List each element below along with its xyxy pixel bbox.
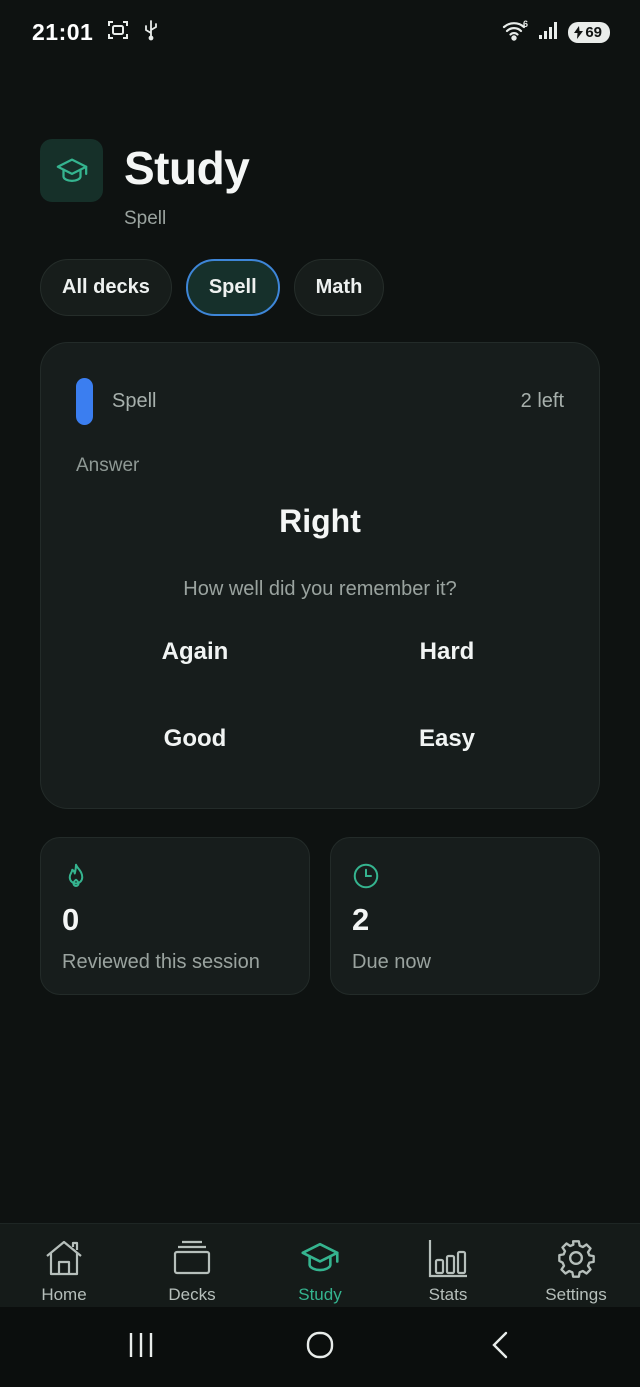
deck-filter: All decks Spell Math — [40, 259, 385, 316]
due-label: Due now — [352, 951, 431, 973]
status-time: 21:01 — [32, 18, 94, 45]
due-stat-card: 2 Due now — [330, 837, 600, 995]
recall-prompt: How well did you remember it? — [183, 578, 457, 600]
nav-stats-label: Stats — [428, 1285, 468, 1304]
system-nav-bar — [0, 1307, 640, 1387]
reviewed-label: Reviewed this session — [62, 951, 260, 973]
nav-home[interactable]: Home — [0, 1224, 128, 1308]
page-header: Study Spell — [40, 139, 250, 230]
svg-text:6: 6 — [523, 19, 528, 29]
graduation-cap-icon — [299, 1238, 341, 1278]
bottom-nav: Home Decks Study Stats Settings — [0, 1223, 640, 1307]
grade-good-button[interactable]: Good — [95, 725, 295, 753]
reviewed-stat-card: 0 Reviewed this session — [40, 837, 310, 995]
battery-level: 69 — [585, 23, 602, 41]
header-text: Study Spell — [124, 139, 250, 230]
deck-color-indicator — [76, 378, 93, 425]
review-card: Spell 2 left Answer Right How well did y… — [40, 342, 600, 809]
bar-chart-icon — [427, 1238, 469, 1278]
home-circle-icon[interactable] — [306, 1331, 334, 1364]
home-icon — [43, 1238, 85, 1278]
cards-remaining: 2 left — [520, 390, 564, 412]
nav-home-label: Home — [41, 1285, 87, 1304]
nav-settings-label: Settings — [545, 1285, 607, 1304]
gear-icon — [556, 1238, 596, 1278]
nav-settings[interactable]: Settings — [512, 1224, 640, 1308]
signal-icon — [538, 20, 560, 45]
nav-decks[interactable]: Decks — [128, 1224, 256, 1308]
recent-apps-icon[interactable] — [128, 1331, 154, 1364]
filter-chip-all-decks[interactable]: All decks — [40, 259, 172, 316]
nav-decks-label: Decks — [168, 1285, 216, 1304]
usb-icon — [143, 19, 159, 46]
status-right: 6 69 — [502, 19, 610, 46]
filter-chip-spell[interactable]: Spell — [185, 259, 280, 316]
screenshot-icon — [107, 19, 129, 46]
grade-easy-button[interactable]: Easy — [347, 725, 547, 753]
nav-stats[interactable]: Stats — [384, 1224, 512, 1308]
due-count: 2 — [352, 902, 370, 937]
flame-icon — [61, 861, 91, 896]
charging-icon — [574, 25, 584, 39]
answer-label: Answer — [76, 455, 140, 476]
nav-study[interactable]: Study — [256, 1224, 384, 1308]
grade-again-button[interactable]: Again — [95, 638, 295, 666]
page-title: Study — [124, 142, 250, 194]
grade-hard-button[interactable]: Hard — [347, 638, 547, 666]
status-left: 21:01 — [32, 19, 159, 46]
answer-text: Right — [279, 503, 361, 539]
filter-chip-math[interactable]: Math — [293, 259, 385, 316]
clock-icon — [351, 861, 381, 896]
card-deck-name: Spell — [112, 390, 157, 412]
back-icon[interactable] — [490, 1331, 510, 1364]
decks-icon — [172, 1238, 212, 1278]
status-bar: 21:01 6 69 — [0, 0, 640, 64]
graduation-cap-icon — [40, 139, 103, 202]
nav-study-label: Study — [298, 1285, 342, 1304]
page-subtitle: Spell — [124, 208, 167, 229]
battery-indicator: 69 — [568, 21, 610, 43]
wifi-icon: 6 — [502, 19, 530, 46]
reviewed-count: 0 — [62, 902, 80, 937]
